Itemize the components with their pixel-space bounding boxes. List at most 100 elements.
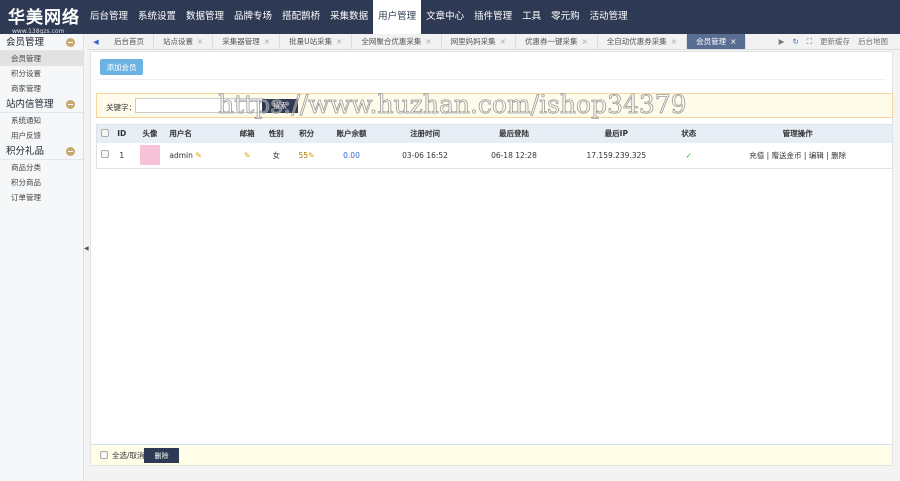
nav-item[interactable]: 文章中心	[421, 0, 469, 34]
cell-balance: 0.00	[343, 150, 360, 160]
cell-username: admin	[169, 150, 193, 160]
column-header: 账户余额	[322, 124, 381, 143]
tab[interactable]: 批量U站采集 ×	[280, 34, 353, 49]
collapse-sidebar-icon[interactable]: ◀	[84, 245, 89, 252]
nav-item[interactable]: 后台管理	[85, 0, 133, 34]
column-header: 最后登陆	[469, 124, 559, 143]
tab-scroll-left-icon[interactable]: ◀	[87, 34, 105, 49]
cell-id: 1	[119, 150, 125, 160]
sidebar-group[interactable]: 站内信管理	[0, 96, 83, 113]
sidebar-group[interactable]: 会员管理	[0, 34, 83, 51]
column-header: 头像	[130, 124, 170, 143]
tab[interactable]: 网里妈妈采集 ×	[442, 34, 516, 49]
close-icon[interactable]: ×	[425, 37, 431, 46]
edit-pencil-icon[interactable]: ✎	[244, 151, 251, 160]
tab-bar: ◀ 后台首页 站点设置 × 采集器管理 × 批量U站采集 × 全网聚合优惠采集 × 网里妈妈采集 ×…	[87, 34, 900, 50]
admin-map-button[interactable]: 后台地图	[854, 34, 892, 50]
column-header: 管理操作	[703, 124, 893, 143]
column-header: 积分	[290, 124, 323, 143]
content: 添加会员 关键字： 搜索 ID 头像 用户名 邮箱 性别 积分 账户余额 注册时间 最后登陆 最后…	[90, 51, 893, 466]
search-button[interactable]: 搜索	[262, 99, 298, 113]
tab[interactable]: 采集器管理 ×	[213, 34, 281, 49]
update-cache-button[interactable]: 更新缓存	[816, 34, 854, 50]
fullscreen-icon[interactable]: ⛶	[803, 34, 816, 50]
search-bar: 关键字： 搜索	[96, 93, 893, 118]
tab[interactable]: 全网聚合优惠采集 ×	[352, 34, 442, 49]
refresh-icon[interactable]: ↻	[788, 34, 802, 50]
sidebar-item[interactable]: 会员管理	[0, 51, 83, 66]
nav-item[interactable]: 工具	[517, 0, 546, 34]
tab-label: 会员管理	[696, 37, 727, 46]
sidebar-group[interactable]: 积分礼品	[0, 143, 83, 160]
close-icon[interactable]: ×	[264, 37, 270, 46]
sidebar-item[interactable]: 订单管理	[0, 190, 83, 205]
recharge-link[interactable]: 充值	[749, 151, 764, 160]
keyword-label: 关键字：	[106, 103, 136, 112]
nav-item[interactable]: 零元购	[546, 0, 585, 34]
collapse-icon[interactable]	[66, 38, 75, 47]
bulk-delete-button[interactable]: 删除	[144, 448, 179, 463]
select-all-header[interactable]	[96, 124, 113, 143]
nav-item[interactable]: 数据管理	[181, 0, 229, 34]
select-all-checkbox[interactable]	[100, 451, 108, 459]
nav-item[interactable]: 品牌专场	[229, 0, 277, 34]
close-icon[interactable]: ×	[336, 37, 342, 46]
column-header: 状态	[674, 124, 704, 143]
edit-pencil-icon[interactable]: ✎	[195, 151, 202, 160]
tab-label: 全网聚合优惠采集	[361, 37, 422, 46]
divider	[97, 79, 886, 80]
gift-coins-link[interactable]: 赠送金币	[772, 151, 802, 160]
main-nav: 后台管理 系统设置 数据管理 品牌专场 搭配鹊桥 采集数据 用户管理 文章中心 插件管理 工具 零元…	[85, 0, 633, 34]
tab-scroll-right-icon[interactable]: ▶	[775, 34, 789, 50]
collapse-icon[interactable]	[66, 100, 75, 109]
close-icon[interactable]: ×	[197, 37, 203, 46]
status-check-icon[interactable]: ✓	[674, 143, 703, 169]
column-header: 性别	[261, 124, 291, 143]
sidebar-item[interactable]: 系统通知	[0, 113, 83, 128]
edit-pencil-icon[interactable]: ✎	[308, 151, 315, 160]
close-icon[interactable]: ×	[500, 37, 506, 46]
tab-label: 全自动优惠券采集	[606, 37, 667, 46]
column-header: 最后IP	[558, 124, 675, 143]
close-icon[interactable]: ×	[730, 37, 736, 46]
edit-link[interactable]: 编辑	[809, 151, 824, 160]
sidebar: 会员管理 会员管理 积分设置 商家管理 站内信管理 系统通知 用户反馈 积分礼品 商品分类 积分商…	[0, 34, 84, 481]
sidebar-item[interactable]: 积分设置	[0, 66, 83, 81]
tab[interactable]: 优惠券一键采集 ×	[516, 34, 598, 49]
top-bar: 华美网络 www.138gzs.com 后台管理 系统设置 数据管理 品牌专场 搭配鹊桥采…	[0, 0, 900, 35]
select-all-label[interactable]: 全选/取消	[112, 450, 145, 461]
sidebar-group-title: 会员管理	[6, 37, 45, 48]
cell-reg-time: 03-06 16:52	[402, 150, 448, 160]
member-table: ID 头像 用户名 邮箱 性别 积分 账户余额 注册时间 最后登陆 最后IP 状态 管理操作 1 ad…	[96, 124, 893, 169]
nav-item[interactable]: 用户管理	[373, 0, 422, 34]
tab[interactable]: 会员管理 ×	[687, 34, 747, 49]
sidebar-group-title: 站内信管理	[6, 99, 54, 110]
keyword-input[interactable]	[135, 98, 265, 113]
logo: 华美网络 www.138gzs.com	[8, 8, 80, 35]
nav-item[interactable]: 搭配鹊桥	[277, 0, 325, 34]
nav-item[interactable]: 采集数据	[325, 0, 373, 34]
column-header: 邮箱	[232, 124, 262, 143]
nav-item[interactable]: 插件管理	[469, 0, 517, 34]
collapse-icon[interactable]	[66, 147, 75, 156]
delete-link[interactable]: 删除	[831, 151, 846, 160]
cell-gender: 女	[272, 150, 281, 160]
table-row: 1 admin ✎ ✎ 女 55✎ 0.00 03-06 16:52 06-18…	[97, 143, 893, 169]
sidebar-item[interactable]: 商家管理	[0, 81, 83, 96]
tab[interactable]: 站点设置 ×	[154, 34, 214, 49]
sidebar-item[interactable]: 用户反馈	[0, 128, 83, 143]
add-member-button[interactable]: 添加会员	[100, 59, 143, 75]
nav-item[interactable]: 系统设置	[133, 0, 181, 34]
sidebar-group-title: 积分礼品	[6, 146, 45, 157]
sidebar-item[interactable]: 商品分类	[0, 160, 83, 175]
column-header: 注册时间	[380, 124, 470, 143]
row-checkbox[interactable]	[101, 150, 109, 159]
nav-item[interactable]: 活动管理	[585, 0, 633, 34]
close-icon[interactable]: ×	[671, 37, 677, 46]
close-icon[interactable]: ×	[581, 37, 587, 46]
cell-last-ip: 17.159.239.325	[586, 150, 647, 160]
tab[interactable]: 全自动优惠券采集 ×	[598, 34, 688, 49]
sidebar-item[interactable]: 积分商品	[0, 175, 83, 190]
tab-label: 批量U站采集	[289, 37, 333, 46]
tab[interactable]: 后台首页	[105, 34, 154, 49]
